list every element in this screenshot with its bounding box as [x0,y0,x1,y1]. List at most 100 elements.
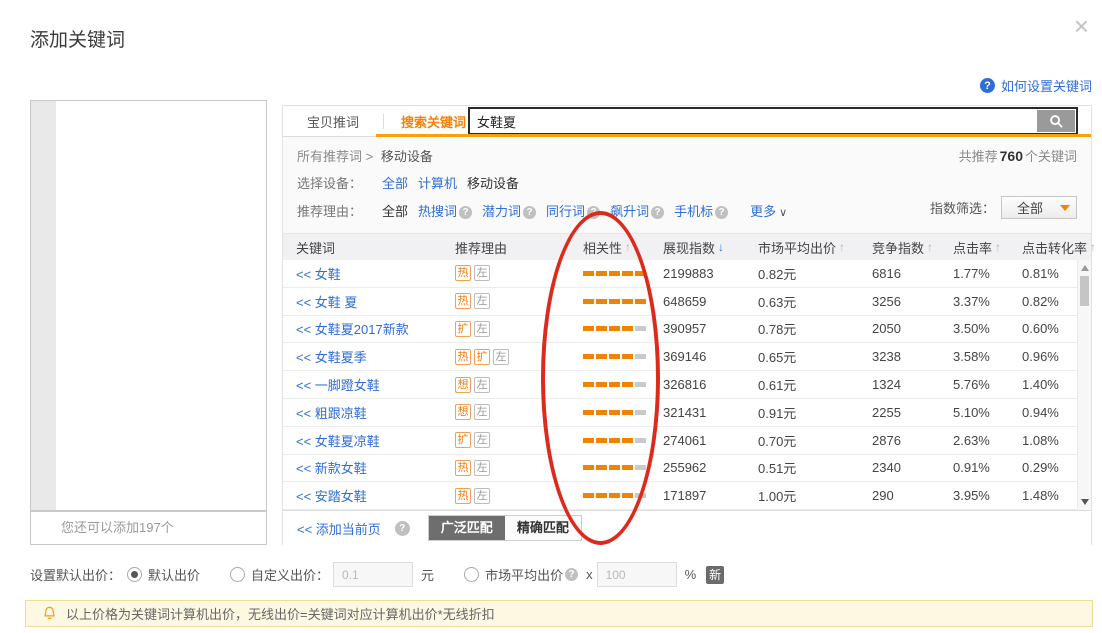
exact-match-button[interactable]: 精确匹配 [505,516,581,540]
remaining-count-label: 您还可以添加197个 [30,511,267,545]
keyword-cell[interactable]: << 女鞋 夏 [283,292,442,311]
table-row[interactable]: << 安踏女鞋热左1718971.00元2903.95%1.48% [283,482,1091,510]
reason-badge: 热 [455,265,471,281]
device-option-2[interactable]: 移动设备 [467,173,519,192]
reason-option-0[interactable]: 热搜词? [418,201,472,220]
search-button[interactable] [1037,110,1075,132]
column-header-3[interactable]: 展现指数↓ [663,238,758,257]
sort-up-icon: ↑ [927,240,933,254]
relevance-bar-segment [622,438,633,443]
custom-bid-label: 自定义出价： [251,565,329,584]
table-row[interactable]: << 新款女鞋热左2559620.51元23400.91%0.29% [283,455,1091,483]
column-header-7[interactable]: 点击转化率↑ [1022,238,1077,257]
table-row[interactable]: << 粗跟凉鞋想左3214310.91元22555.10%0.94% [283,399,1091,427]
column-header-4[interactable]: 市场平均出价↑ [758,238,872,257]
reason-badges-cell: 热扩左 [442,349,570,365]
more-filters-link[interactable]: 更多 ∨ [750,201,787,220]
reason-help-icon[interactable]: ? [715,206,728,219]
relevance-cell [570,271,663,276]
how-to-set-keywords-link[interactable]: ? 如何设置关键词 [980,76,1092,95]
keyword-cell[interactable]: << 新款女鞋 [283,458,442,477]
market-avg-bid-radio[interactable] [464,567,479,582]
close-icon[interactable]: × [1074,13,1089,39]
keyword-cell[interactable]: << 一脚蹬女鞋 [283,375,442,394]
add-page-help-icon[interactable]: ? [395,521,410,536]
reason-option-4[interactable]: 手机标? [674,201,728,220]
table-scrollbar[interactable] [1077,260,1091,510]
tab-item-recommend[interactable]: 宝贝推词 [283,112,383,131]
device-option-1[interactable]: 计算机 [418,173,457,192]
ctr-cell: 5.76% [953,377,1022,392]
market-percent-input[interactable] [597,562,677,587]
relevance-bar-segment [609,410,620,415]
table-row[interactable]: << 女鞋夏季热扩左3691460.65元32383.58%0.96% [283,343,1091,371]
default-bid-label: 默认出价 [148,565,200,584]
total-prefix: 共推荐 [959,149,998,164]
column-header-label: 展现指数 [663,238,715,257]
default-bid-radio[interactable] [127,567,142,582]
table-row[interactable]: << 女鞋 夏热左6486590.63元32563.37%0.82% [283,288,1091,316]
relevance-bar-segment [635,493,646,498]
keyword-cell[interactable]: << 女鞋夏2017新款 [283,319,442,338]
reason-option-label: 同行词 [546,204,585,219]
device-option-0[interactable]: 全部 [382,173,408,192]
index-filter: 指数筛选： 全部 [930,196,1077,219]
keyword-cell[interactable]: << 粗跟凉鞋 [283,403,442,422]
relevance-bar-segment [596,299,607,304]
column-header-0: 关键词 [283,238,442,257]
custom-bid-input[interactable] [333,562,413,587]
index-filter-dropdown[interactable]: 全部 [1001,196,1077,219]
broad-match-button[interactable]: 广泛匹配 [429,516,505,540]
table-row[interactable]: << 女鞋夏凉鞋扩左2740610.70元28762.63%1.08% [283,427,1091,455]
reason-badges-cell: 扩左 [442,321,570,337]
keyword-cell[interactable]: << 女鞋夏季 [283,347,442,366]
reason-option-3[interactable]: 飙升词? [610,201,664,220]
price-notice-text: 以上价格为关键词计算机出价，无线出价=关键词对应计算机出价*无线折扣 [66,604,495,623]
reason-option-all[interactable]: 全部 [382,201,408,220]
impressions-cell: 648659 [663,294,758,309]
search-input[interactable] [468,107,1078,135]
table-row[interactable]: << 一脚蹬女鞋想左3268160.61元13245.76%1.40% [283,371,1091,399]
keyword-cell[interactable]: << 女鞋夏凉鞋 [283,431,442,450]
column-header-6[interactable]: 点击率↑ [953,238,1022,257]
column-header-2[interactable]: 相关性↑ [570,238,663,257]
market-avg-bid-label: 市场平均出价 [485,565,563,584]
reason-badge: 左 [474,460,490,476]
keyword-cell[interactable]: << 安踏女鞋 [283,486,442,505]
reason-help-icon[interactable]: ? [587,206,600,219]
breadcrumb-root[interactable]: 所有推荐词 [297,149,362,164]
reason-help-icon[interactable]: ? [651,206,664,219]
reason-help-icon[interactable]: ? [523,206,536,219]
keyword-recommend-panel: 宝贝推词 搜索关键词 所有推荐词 > 移动设备 共推荐760个关键词 选择设备：… [282,105,1092,545]
reason-option-1[interactable]: 潜力词? [482,201,536,220]
impressions-cell: 255962 [663,460,758,475]
ctr-cell: 0.91% [953,460,1022,475]
scrollbar-thumb[interactable] [1080,276,1089,306]
impressions-cell: 274061 [663,433,758,448]
reason-option-2[interactable]: 同行词? [546,201,600,220]
reason-badge: 扩 [474,349,490,365]
impressions-cell: 326816 [663,377,758,392]
keyword-cell[interactable]: << 女鞋 [283,264,442,283]
reason-option-label: 潜力词 [482,204,521,219]
relevance-bar-segment [583,382,594,387]
scroll-up-icon[interactable] [1081,265,1089,271]
custom-bid-radio[interactable] [230,567,245,582]
column-header-5[interactable]: 竞争指数↑ [872,238,953,257]
relevance-bar-segment [583,354,594,359]
relevance-bar-segment [635,299,646,304]
relevance-bar-segment [635,465,646,470]
relevance-bars [583,465,646,470]
scroll-down-icon[interactable] [1081,499,1089,505]
table-row[interactable]: << 女鞋热左21998830.82元68161.77%0.81% [283,260,1091,288]
reason-badges-cell: 热左 [442,293,570,309]
market-bid-help-icon[interactable]: ? [565,568,578,581]
table-row[interactable]: << 女鞋夏2017新款扩左3909570.78元20503.50%0.60% [283,316,1091,344]
reason-help-icon[interactable]: ? [459,206,472,219]
column-header-label: 关键词 [296,238,335,257]
relevance-cell [570,493,663,498]
add-current-page-link[interactable]: << 添加当前页 [297,519,381,538]
chevron-down-icon [1060,205,1070,211]
avg-bid-cell: 0.65元 [758,347,872,366]
table-footer-bar: << 添加当前页 ? 广泛匹配 精确匹配 [283,510,1091,545]
